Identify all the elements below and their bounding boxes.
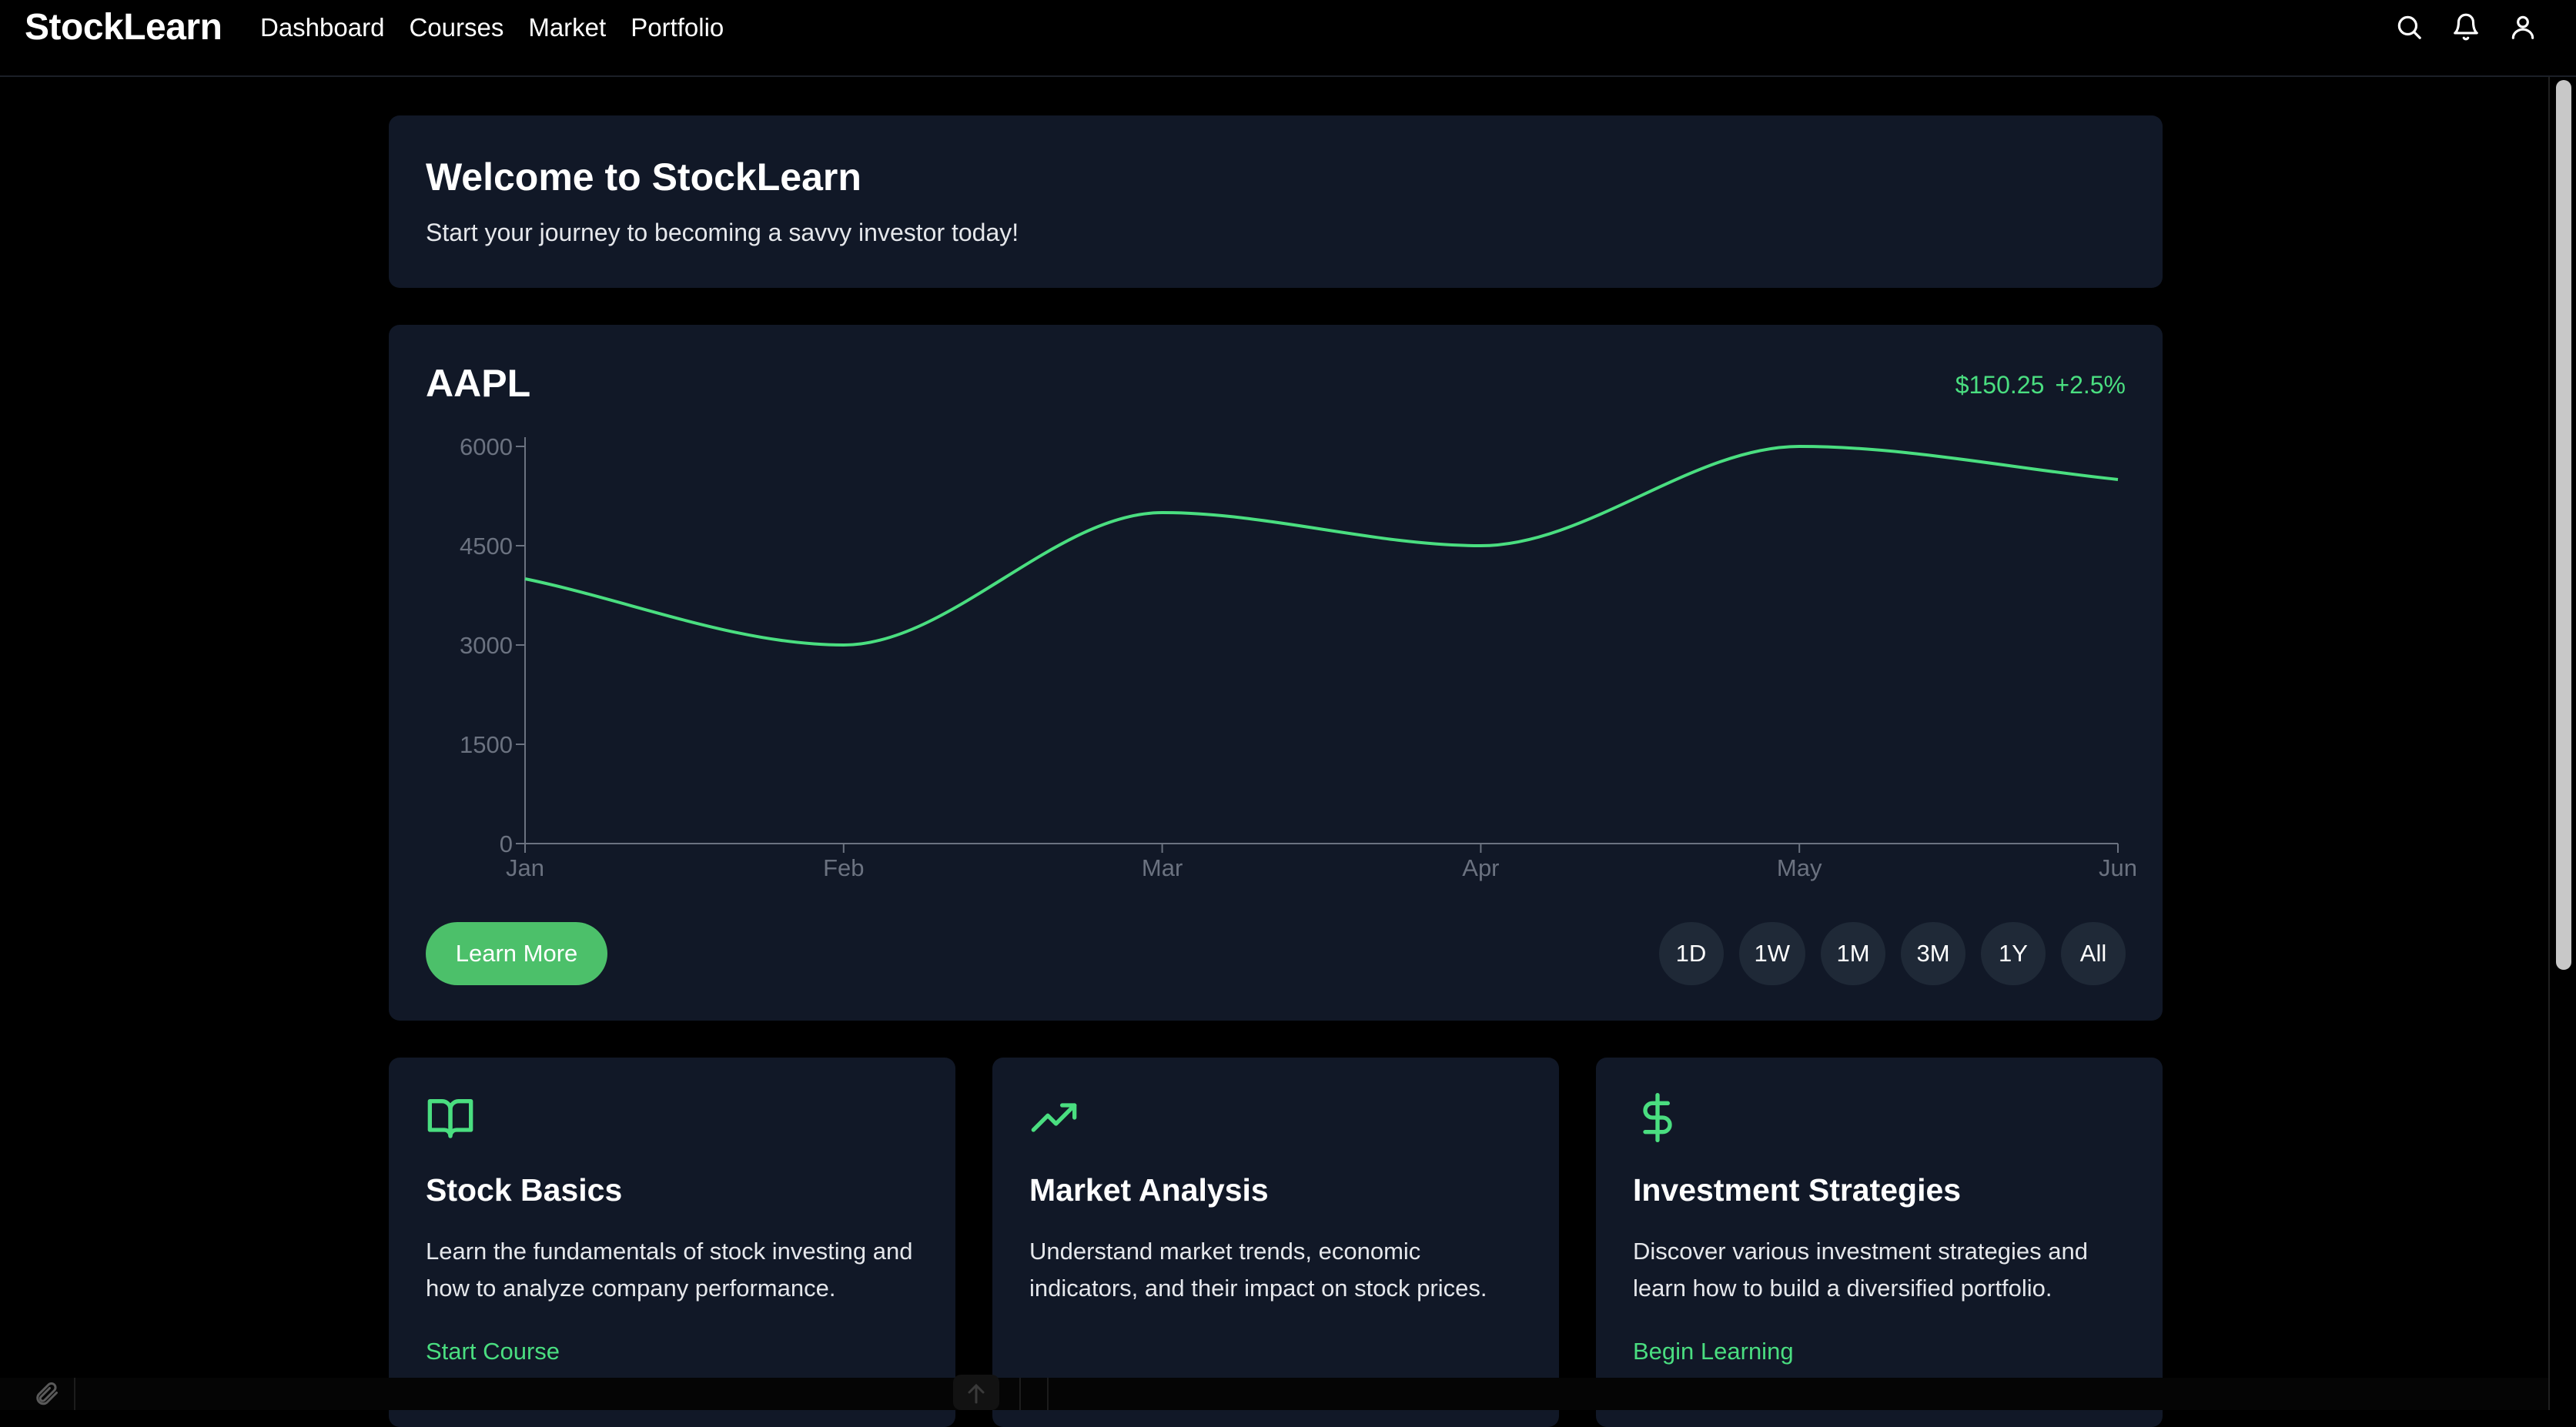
range-1d-button[interactable]: 1D bbox=[1658, 922, 1724, 985]
course-title: Market Analysis bbox=[1029, 1172, 1269, 1208]
brand-logo[interactable]: StockLearn bbox=[25, 6, 222, 49]
welcome-card: Welcome to StockLearn Start your journey… bbox=[389, 115, 2163, 288]
start-course-link[interactable]: Start Course bbox=[426, 1335, 560, 1369]
welcome-subtitle: Start your journey to becoming a savvy i… bbox=[426, 219, 1019, 246]
range-1m-button[interactable]: 1M bbox=[1821, 922, 1885, 985]
y-tick-label: 6000 bbox=[460, 433, 513, 460]
range-1y-button[interactable]: 1Y bbox=[1981, 922, 2046, 985]
course-title: Investment Strategies bbox=[1633, 1172, 1962, 1208]
y-tick-label: 4500 bbox=[460, 533, 513, 560]
course-description: Understand market trends, economic indic… bbox=[1029, 1238, 1487, 1302]
y-tick-label: 0 bbox=[500, 830, 513, 857]
learn-more-button[interactable]: Learn More bbox=[426, 922, 607, 985]
line-chart: 0 1500 3000 4500 6000 Jan Feb Mar Apr May Jun bbox=[460, 433, 2137, 881]
x-tick-label: Mar bbox=[1142, 854, 1183, 881]
course-description: Discover various investment strategies a… bbox=[1633, 1238, 2088, 1302]
y-tick-label: 1500 bbox=[460, 731, 513, 758]
x-tick-label: Feb bbox=[823, 854, 864, 881]
range-1w-button[interactable]: 1W bbox=[1738, 922, 1805, 985]
nav-item-dashboard[interactable]: Dashboard bbox=[260, 11, 384, 45]
nav-item-portfolio[interactable]: Portfolio bbox=[631, 11, 724, 45]
course-card-investment-strategies: Investment Strategies Discover various i… bbox=[1596, 1058, 2163, 1427]
range-all-button[interactable]: All bbox=[2061, 922, 2126, 985]
paperclip-icon[interactable] bbox=[32, 1380, 60, 1408]
x-tick-label: May bbox=[1777, 854, 1822, 881]
x-tick-label: Jan bbox=[506, 854, 544, 881]
course-title: Stock Basics bbox=[426, 1172, 623, 1208]
series-line bbox=[524, 444, 2119, 647]
stock-chart-card: AAPL $150.25 +2.5% 0 1500 3000 4500 6000 Jan Fe… bbox=[389, 325, 2163, 1021]
range-3m-button[interactable]: 3M bbox=[1901, 922, 1965, 985]
dollar-icon bbox=[1633, 1093, 1682, 1142]
bottom-toolbar bbox=[0, 1378, 2548, 1410]
search-icon[interactable] bbox=[2394, 12, 2424, 42]
course-card-stock-basics: Stock Basics Learn the fundamentals of s… bbox=[389, 1058, 955, 1427]
course-card-market-analysis: Market Analysis Understand market trends… bbox=[992, 1058, 1559, 1427]
bell-icon[interactable] bbox=[2451, 12, 2481, 42]
x-tick-label: Apr bbox=[1462, 854, 1499, 881]
arrow-up-icon[interactable] bbox=[953, 1375, 999, 1410]
course-description: Learn the fundamentals of stock investin… bbox=[426, 1238, 913, 1302]
scrollbar-thumb[interactable] bbox=[2556, 80, 2571, 970]
toolbar-divider bbox=[74, 1378, 75, 1410]
toolbar-divider bbox=[1019, 1378, 1021, 1410]
time-range-selector: 1D 1W 1M 3M 1Y All bbox=[1658, 922, 2126, 985]
trending-up-icon bbox=[1029, 1093, 1079, 1142]
top-navigation-bar: StockLearn Dashboard Courses Market Port… bbox=[0, 0, 2576, 77]
x-tick-label: Jun bbox=[2099, 854, 2137, 881]
nav-links: Dashboard Courses Market Portfolio bbox=[260, 11, 724, 45]
begin-learning-link[interactable]: Begin Learning bbox=[1633, 1335, 1794, 1369]
nav-icons bbox=[2394, 12, 2538, 42]
user-icon[interactable] bbox=[2508, 12, 2538, 42]
welcome-title: Welcome to StockLearn bbox=[426, 155, 861, 199]
nav-item-market[interactable]: Market bbox=[528, 11, 606, 45]
nav-item-courses[interactable]: Courses bbox=[409, 11, 503, 45]
book-icon bbox=[426, 1093, 475, 1142]
toolbar-divider bbox=[1047, 1378, 1049, 1410]
y-tick-label: 3000 bbox=[460, 632, 513, 659]
